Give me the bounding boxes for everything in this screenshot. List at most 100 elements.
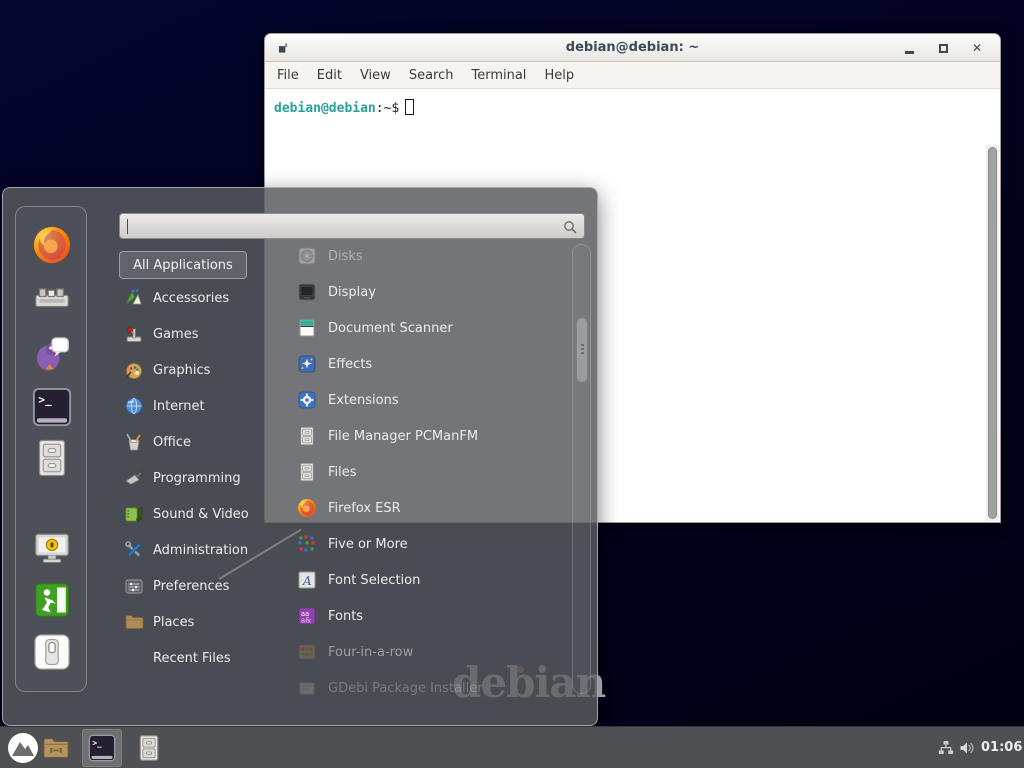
no-icon bbox=[124, 648, 144, 668]
accessories-icon bbox=[124, 288, 144, 308]
office-icon bbox=[124, 432, 144, 452]
minimize-icon[interactable] bbox=[900, 39, 918, 57]
svg-text:>_: >_ bbox=[92, 738, 102, 747]
app-label: Disks bbox=[328, 249, 363, 264]
app-label: GDebi Package Installer bbox=[328, 681, 483, 696]
app-document-scanner[interactable]: Document Scanner bbox=[284, 310, 570, 346]
clock[interactable]: 01:06 bbox=[981, 740, 1022, 755]
menu-item-help[interactable]: Help bbox=[535, 64, 583, 87]
volume-icon[interactable] bbox=[959, 740, 975, 756]
apps-scrollbar-thumb[interactable] bbox=[576, 317, 588, 383]
pidgin-icon[interactable] bbox=[32, 333, 72, 373]
category-accessories[interactable]: Accessories bbox=[115, 280, 283, 316]
applications-list: Disks Display Document Scanner Effects E… bbox=[284, 238, 570, 696]
programming-icon bbox=[124, 468, 144, 488]
category-preferences[interactable]: Preferences bbox=[115, 568, 283, 604]
fonts-icon: aaa& bbox=[297, 606, 317, 626]
close-icon[interactable]: ✕ bbox=[968, 39, 986, 57]
app-gdebi-package-installer[interactable]: GDebi Package Installer bbox=[284, 670, 570, 696]
app-extensions[interactable]: Extensions bbox=[284, 382, 570, 418]
file-cabinet-icon bbox=[297, 426, 317, 446]
category-office[interactable]: Office bbox=[115, 424, 283, 460]
search-input[interactable] bbox=[120, 214, 584, 238]
preferences-icon bbox=[124, 576, 144, 596]
log-out-icon[interactable] bbox=[32, 580, 72, 620]
terminal-scrollbar[interactable] bbox=[986, 145, 999, 521]
menu-search-box[interactable] bbox=[119, 213, 585, 239]
disks-icon bbox=[297, 246, 317, 266]
lock-screen-icon[interactable] bbox=[32, 528, 72, 568]
category-label: Sound & Video bbox=[153, 507, 249, 522]
app-disks[interactable]: Disks bbox=[284, 238, 570, 274]
file-cabinet-icon bbox=[297, 462, 317, 482]
terminal-scrollbar-thumb[interactable] bbox=[988, 147, 997, 519]
document-scanner-icon bbox=[297, 318, 317, 338]
terminal-menubar: File Edit View Search Terminal Help bbox=[265, 62, 1000, 89]
terminal-titlebar[interactable]: debian@debian: ~ ✕ bbox=[265, 34, 1000, 62]
application-menu: >_ All Applications Accessories Ga bbox=[2, 187, 598, 726]
category-label: Programming bbox=[153, 471, 241, 486]
category-all-applications[interactable]: All Applications bbox=[119, 251, 247, 279]
menu-item-view[interactable]: View bbox=[351, 64, 400, 87]
app-label: Four-in-a-row bbox=[328, 645, 413, 660]
firefox-icon[interactable] bbox=[32, 225, 72, 265]
menu-item-search[interactable]: Search bbox=[400, 64, 463, 87]
menu-item-edit[interactable]: Edit bbox=[308, 64, 351, 87]
apps-scrollbar[interactable] bbox=[572, 244, 591, 694]
search-icon bbox=[562, 219, 578, 235]
app-firefox-esr[interactable]: Firefox ESR bbox=[284, 490, 570, 526]
app-label: File Manager PCManFM bbox=[328, 429, 478, 444]
category-label: Internet bbox=[153, 399, 205, 414]
app-label: Extensions bbox=[328, 393, 399, 408]
file-cabinet-icon[interactable] bbox=[135, 734, 163, 762]
category-internet[interactable]: Internet bbox=[115, 388, 283, 424]
maximize-icon[interactable] bbox=[934, 39, 952, 57]
category-graphics[interactable]: Graphics bbox=[115, 352, 283, 388]
graphics-icon bbox=[124, 360, 144, 380]
category-places[interactable]: Places bbox=[115, 604, 283, 640]
file-cabinet-icon[interactable] bbox=[32, 438, 72, 478]
prompt-suffix: :~$ bbox=[376, 101, 399, 116]
menu-item-file[interactable]: File bbox=[268, 64, 308, 87]
display-icon bbox=[297, 282, 317, 302]
category-label: Graphics bbox=[153, 363, 210, 378]
sound-video-icon bbox=[124, 504, 144, 524]
category-games[interactable]: Games bbox=[115, 316, 283, 352]
app-fonts[interactable]: aaa& Fonts bbox=[284, 598, 570, 634]
category-programming[interactable]: Programming bbox=[115, 460, 283, 496]
menu-item-terminal[interactable]: Terminal bbox=[462, 64, 535, 87]
all-applications-label: All Applications bbox=[133, 258, 233, 273]
scrollbar-grip bbox=[581, 344, 584, 354]
app-four-in-a-row[interactable]: Four-in-a-row bbox=[284, 634, 570, 670]
app-font-selection[interactable]: A Font Selection bbox=[284, 562, 570, 598]
app-effects[interactable]: Effects bbox=[284, 346, 570, 382]
app-label: Font Selection bbox=[328, 573, 420, 588]
shutdown-icon[interactable] bbox=[32, 632, 72, 672]
app-files[interactable]: Files bbox=[284, 454, 570, 490]
app-label: Firefox ESR bbox=[328, 501, 401, 516]
category-label: Accessories bbox=[153, 291, 229, 306]
software-keyboard-icon[interactable] bbox=[32, 279, 72, 319]
svg-text:A: A bbox=[302, 574, 312, 588]
app-file-manager-pcmanfm[interactable]: File Manager PCManFM bbox=[284, 418, 570, 454]
svg-text:a&: a& bbox=[301, 617, 311, 625]
app-label: Effects bbox=[328, 357, 372, 372]
games-icon bbox=[124, 324, 144, 344]
app-label: Files bbox=[328, 465, 357, 480]
administration-icon bbox=[124, 540, 144, 560]
app-display[interactable]: Display bbox=[284, 274, 570, 310]
category-administration[interactable]: Administration bbox=[115, 532, 283, 568]
category-label: Administration bbox=[153, 543, 248, 558]
category-recent-files[interactable]: Recent Files bbox=[115, 640, 283, 676]
menu-button[interactable] bbox=[7, 732, 39, 764]
wired-network-icon[interactable] bbox=[938, 740, 954, 756]
folder-icon[interactable] bbox=[41, 733, 71, 763]
four-in-a-row-icon bbox=[297, 642, 317, 662]
terminal-taskbar-button[interactable]: >_ bbox=[82, 729, 122, 767]
app-label: Document Scanner bbox=[328, 321, 453, 336]
category-sound-video[interactable]: Sound & Video bbox=[115, 496, 283, 532]
font-selection-icon: A bbox=[297, 570, 317, 590]
app-label: Five or More bbox=[328, 537, 408, 552]
app-five-or-more[interactable]: Five or More bbox=[284, 526, 570, 562]
terminal-icon[interactable]: >_ bbox=[32, 387, 72, 427]
